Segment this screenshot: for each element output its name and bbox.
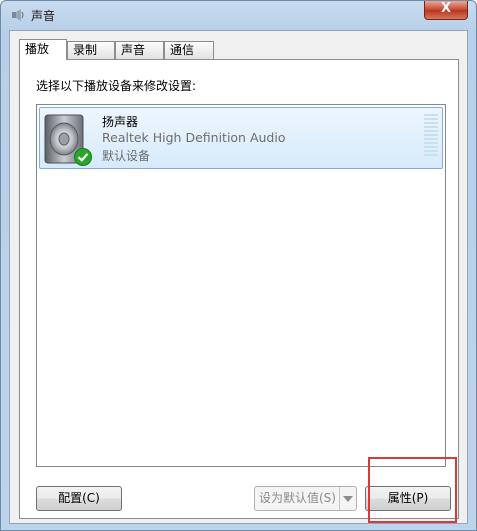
tab-recording[interactable]: 录制 [67, 41, 115, 59]
device-status: 默认设备 [102, 149, 151, 163]
device-list[interactable]: 扬声器 Realtek High Definition Audio 默认设备 [36, 104, 446, 467]
volume-level-meter [424, 114, 438, 158]
set-default-button[interactable]: 设为默认值(S) [254, 486, 357, 511]
title-bar[interactable]: 声音 X [1, 1, 476, 29]
chevron-down-icon[interactable] [339, 487, 356, 510]
device-name: 扬声器 [102, 115, 139, 129]
device-item-speaker[interactable]: 扬声器 Realtek High Definition Audio 默认设备 [39, 107, 443, 169]
sound-dialog: 声音 X 播放 录制 声音 通信 选择以下播放设备来修改设置: 扬声器 Real… [0, 0, 477, 531]
tab-communications[interactable]: 通信 [164, 41, 214, 59]
close-button[interactable]: X [424, 1, 468, 20]
check-icon [74, 148, 92, 166]
window-title: 声音 [31, 9, 56, 23]
tab-sounds[interactable]: 声音 [115, 41, 164, 59]
properties-button[interactable]: 属性(P) [365, 486, 451, 511]
close-icon: X [440, 1, 452, 16]
sound-app-icon [12, 9, 24, 21]
device-driver: Realtek High Definition Audio [102, 130, 286, 145]
configure-button[interactable]: 配置(C) [36, 486, 122, 511]
playback-tab-content: 选择以下播放设备来修改设置: 扬声器 Realtek High Definiti… [19, 59, 459, 519]
instruction-text: 选择以下播放设备来修改设置: [36, 79, 197, 93]
dialog-body: 播放 录制 声音 通信 选择以下播放设备来修改设置: 扬声器 Realtek H… [9, 30, 468, 524]
tab-playback[interactable]: 播放 [19, 39, 67, 60]
